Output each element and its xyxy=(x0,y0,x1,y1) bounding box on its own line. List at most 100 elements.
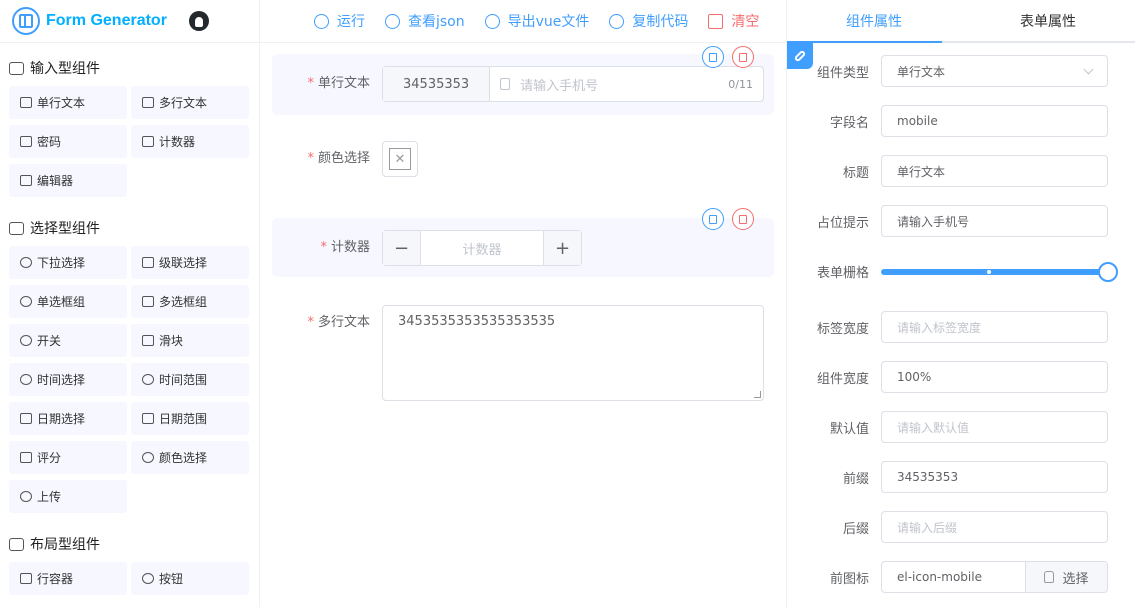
slider-track xyxy=(881,269,1108,275)
copy-icon xyxy=(709,52,717,62)
number-stepper[interactable]: − 计数器 + xyxy=(382,230,582,266)
placeholder-input[interactable]: 请输入手机号 xyxy=(881,205,1108,237)
editor-icon xyxy=(20,175,32,186)
trash-icon xyxy=(708,13,724,29)
export-vue-button[interactable]: 导出vue文件 xyxy=(484,11,589,31)
chevron-circle-icon xyxy=(20,257,32,268)
field-label: * 多行文本 xyxy=(307,315,370,330)
grid-slider[interactable] xyxy=(881,255,1118,287)
checkbox-icon xyxy=(142,296,154,307)
field-label: * 颜色选择 xyxy=(307,151,370,166)
prop-suffix: 后缀 请输入后缀 xyxy=(787,511,1135,543)
prop-prefix: 前缀 34535353 xyxy=(787,461,1135,493)
component-time[interactable]: 时间选择 xyxy=(9,363,127,396)
prefix-input[interactable]: 34535353 xyxy=(881,461,1108,493)
form-item-number[interactable]: * 计数器 − 计数器 + xyxy=(272,218,774,277)
component-row[interactable]: 行容器 xyxy=(9,562,127,595)
label-width-input[interactable]: 请输入标签宽度 xyxy=(881,311,1108,343)
prefix-icon-input[interactable]: el-icon-mobile 选择 xyxy=(881,561,1108,593)
input-icon xyxy=(20,97,32,108)
pointer-icon xyxy=(142,573,154,584)
component-type-select[interactable]: 单行文本 xyxy=(881,55,1108,87)
tab-component-props[interactable]: 组件属性 xyxy=(787,0,961,41)
chevron-down-icon xyxy=(1083,64,1094,74)
lock-icon xyxy=(20,136,32,147)
plus-button[interactable]: + xyxy=(543,231,581,265)
component-editor[interactable]: 编辑器 xyxy=(9,164,127,197)
component-switch[interactable]: 开关 xyxy=(9,324,127,357)
slider-handle[interactable] xyxy=(1098,262,1118,282)
delete-item-button[interactable] xyxy=(732,46,754,68)
item-actions xyxy=(702,46,754,68)
component-slider[interactable]: 滑块 xyxy=(131,324,249,357)
copy-code-button[interactable]: 复制代码 xyxy=(609,11,688,31)
radio-icon xyxy=(20,296,32,307)
trash-icon xyxy=(739,214,747,224)
group-title: 输入型组件 xyxy=(9,58,259,78)
time-range-icon xyxy=(142,374,154,385)
github-icon[interactable] xyxy=(188,11,209,31)
group-title: 选择型组件 xyxy=(9,218,259,238)
component-color[interactable]: 颜色选择 xyxy=(131,441,249,474)
component-date[interactable]: 日期选择 xyxy=(9,402,127,435)
prop-grid: 表单栅格 xyxy=(787,255,1135,287)
component-select[interactable]: 下拉选择 xyxy=(9,246,127,279)
component-date-range[interactable]: 日期范围 xyxy=(131,402,249,435)
group-select: 选择型组件 下拉选择 级联选择 单选框组 多选框组 开关 滑块 时间选择 时间范… xyxy=(0,218,259,519)
group-title: 布局型组件 xyxy=(9,534,259,554)
run-button[interactable]: 运行 xyxy=(314,11,365,31)
title-input[interactable]: 单行文本 xyxy=(881,155,1108,187)
component-radio[interactable]: 单选框组 xyxy=(9,285,127,318)
copy-item-button[interactable] xyxy=(702,208,724,230)
component-button[interactable]: 按钮 xyxy=(131,562,249,595)
form-item-input[interactable]: * 单行文本 34535353 请输入手机号 0/11 xyxy=(272,54,774,115)
select-icon-button[interactable]: 选择 xyxy=(1025,562,1107,592)
group-input: 输入型组件 单行文本 多行文本 密码 计数器 编辑器 xyxy=(0,58,259,203)
component-panel: Form Generator 输入型组件 单行文本 多行文本 密码 计数器 编辑… xyxy=(0,0,260,607)
form-item-color[interactable]: * 颜色选择 ✕ xyxy=(272,141,774,181)
prop-prefix-icon: 前图标 el-icon-mobile 选择 xyxy=(787,561,1135,593)
copy-icon xyxy=(609,13,625,29)
slider-icon xyxy=(142,335,154,346)
component-width-input[interactable]: 100% xyxy=(881,361,1108,393)
minus-button[interactable]: − xyxy=(383,231,421,265)
field-name-input[interactable]: mobile xyxy=(881,105,1108,137)
suffix-input[interactable]: 请输入后缀 xyxy=(881,511,1108,543)
logo-bar: Form Generator xyxy=(0,0,259,43)
input-placeholder: 请输入手机号 xyxy=(520,78,599,94)
component-textarea[interactable]: 多行文本 xyxy=(131,86,249,119)
group-layout: 布局型组件 行容器 按钮 xyxy=(0,534,259,601)
mobile-icon xyxy=(500,78,511,90)
logo-icon xyxy=(12,7,40,35)
component-rate[interactable]: 评分 xyxy=(9,441,127,474)
component-input[interactable]: 单行文本 xyxy=(9,86,127,119)
number-icon xyxy=(142,136,154,147)
delete-item-button[interactable] xyxy=(732,208,754,230)
form-item-textarea[interactable]: * 多行文本 3453535353535353535 xyxy=(272,305,774,401)
component-number[interactable]: 计数器 xyxy=(131,125,249,158)
cascader-icon xyxy=(142,257,154,268)
view-json-button[interactable]: 查看json xyxy=(385,11,465,31)
prop-default-value: 默认值 请输入默认值 xyxy=(787,411,1135,443)
default-value-input[interactable]: 请输入默认值 xyxy=(881,411,1108,443)
component-cascader[interactable]: 级联选择 xyxy=(131,246,249,279)
date-range-icon xyxy=(142,413,154,424)
component-checkbox[interactable]: 多选框组 xyxy=(131,285,249,318)
calendar-icon xyxy=(20,413,32,424)
component-password[interactable]: 密码 xyxy=(9,125,127,158)
component-upload[interactable]: 上传 xyxy=(9,480,127,513)
prop-field-name: 字段名 mobile xyxy=(787,105,1135,137)
item-actions xyxy=(702,208,754,230)
clear-button[interactable]: 清空 xyxy=(708,11,759,31)
copy-item-button[interactable] xyxy=(702,46,724,68)
property-tabs: 组件属性 表单属性 xyxy=(787,0,1135,43)
star-icon xyxy=(20,452,32,463)
component-time-range[interactable]: 时间范围 xyxy=(131,363,249,396)
download-icon xyxy=(484,13,500,29)
mobile-input[interactable]: 34535353 请输入手机号 0/11 xyxy=(382,66,764,102)
textarea-field[interactable]: 3453535353535353535 xyxy=(382,305,764,401)
prop-placeholder: 占位提示 请输入手机号 xyxy=(787,205,1135,237)
tab-form-props[interactable]: 表单属性 xyxy=(961,0,1135,41)
color-picker[interactable]: ✕ xyxy=(382,141,418,177)
field-label: * 计数器 xyxy=(320,240,370,255)
